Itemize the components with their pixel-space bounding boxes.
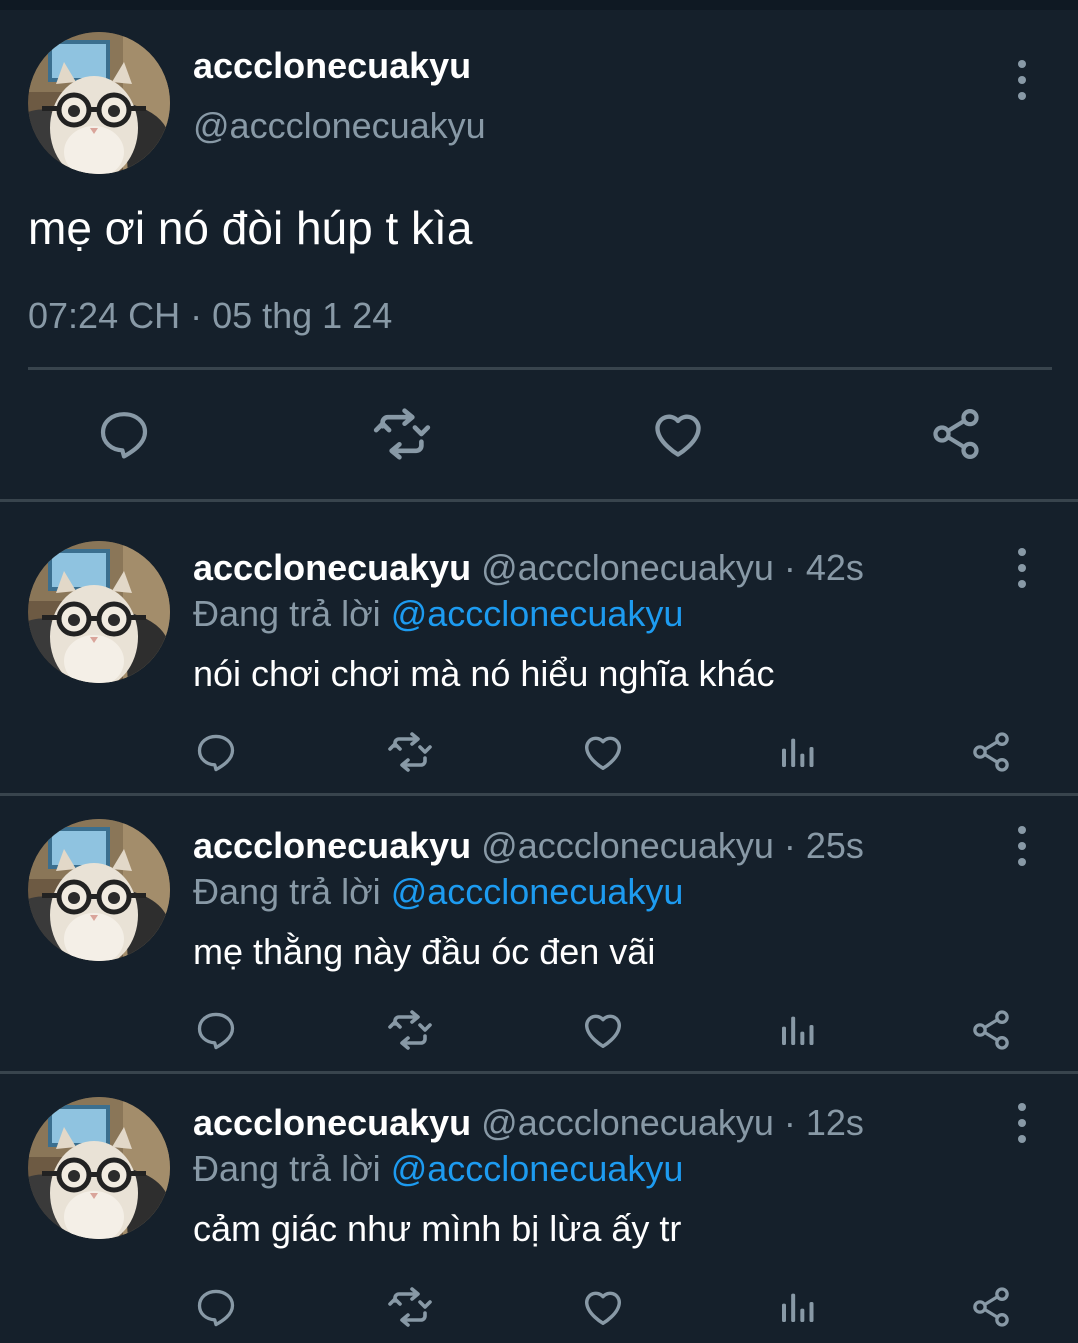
like-button[interactable] [579, 1006, 627, 1054]
avatar[interactable] [28, 1097, 170, 1239]
tweet-timestamp: 07:24 CH · 05 thg 1 24 [28, 295, 393, 336]
reply-icon [194, 1285, 238, 1329]
like-icon [580, 729, 626, 775]
share-button[interactable] [926, 404, 986, 464]
avatar[interactable] [28, 819, 170, 961]
like-button[interactable] [579, 728, 627, 776]
like-icon [649, 405, 707, 463]
share-button[interactable] [967, 728, 1015, 776]
share-icon [969, 1008, 1013, 1052]
mention-link[interactable]: @accclonecuakyu [391, 1148, 684, 1189]
more-options-icon[interactable] [1016, 548, 1028, 588]
tweet-text: mẹ thằng này đầu óc đen vãi [193, 931, 656, 972]
user-handle[interactable]: @accclonecuakyu [193, 106, 486, 146]
share-icon [969, 1285, 1013, 1329]
user-handle[interactable]: @accclonecuakyu [481, 547, 774, 588]
display-name[interactable]: accclonecuakyu [193, 1102, 471, 1143]
reply-header: accclonecuakyu @accclonecuakyu · 42s [193, 546, 864, 590]
like-button[interactable] [648, 404, 708, 464]
avatar[interactable] [28, 541, 170, 683]
retweet-icon [386, 1006, 434, 1054]
replying-to: Đang trả lời @accclonecuakyu [193, 592, 683, 636]
replying-prefix: Đang trả lời [193, 871, 381, 912]
retweet-button[interactable] [385, 1283, 435, 1331]
reply-header: accclonecuakyu @accclonecuakyu · 25s [193, 824, 864, 868]
divider [0, 1071, 1078, 1074]
display-name[interactable]: accclonecuakyu [193, 547, 471, 588]
replying-prefix: Đang trả lời [193, 593, 381, 634]
retweet-icon [386, 1283, 434, 1331]
mention-link[interactable]: @accclonecuakyu [391, 593, 684, 634]
display-name[interactable]: accclonecuakyu [193, 46, 471, 86]
reply-time: · 25s [783, 825, 864, 866]
replying-to: Đang trả lời @accclonecuakyu [193, 870, 683, 914]
analytics-button[interactable] [773, 728, 821, 776]
divider [28, 367, 1052, 370]
retweet-button[interactable] [385, 728, 435, 776]
analytics-icon [777, 1287, 817, 1327]
share-icon [969, 730, 1013, 774]
retweet-icon [386, 728, 434, 776]
analytics-button[interactable] [773, 1283, 821, 1331]
reply-time: · 42s [783, 547, 864, 588]
reply-button[interactable] [94, 404, 154, 464]
reply-icon [194, 730, 238, 774]
user-handle[interactable]: @accclonecuakyu [481, 1102, 774, 1143]
like-icon [580, 1007, 626, 1053]
more-options-icon[interactable] [1016, 60, 1028, 100]
tweet-text: cảm giác như mình bị lừa ấy tr [193, 1208, 682, 1249]
reply-icon [96, 406, 152, 462]
user-handle[interactable]: @accclonecuakyu [481, 825, 774, 866]
retweet-icon [371, 403, 433, 465]
more-options-icon[interactable] [1016, 826, 1028, 866]
divider [0, 499, 1078, 502]
share-icon [928, 406, 984, 462]
reply-button[interactable] [192, 1006, 240, 1054]
divider [0, 793, 1078, 796]
reply-button[interactable] [192, 728, 240, 776]
tweet-text: nói chơi chơi mà nó hiểu nghĩa khác [193, 653, 775, 694]
mention-link[interactable]: @accclonecuakyu [391, 871, 684, 912]
display-name[interactable]: accclonecuakyu [193, 825, 471, 866]
replying-prefix: Đang trả lời [193, 1148, 381, 1189]
avatar[interactable] [28, 32, 170, 174]
tweet-text: mẹ ơi nó đòi húp t kìa [28, 202, 473, 254]
retweet-button[interactable] [370, 404, 434, 464]
share-button[interactable] [967, 1006, 1015, 1054]
like-icon [580, 1284, 626, 1330]
replying-to: Đang trả lời @accclonecuakyu [193, 1147, 683, 1191]
like-button[interactable] [579, 1283, 627, 1331]
share-button[interactable] [967, 1283, 1015, 1331]
analytics-icon [777, 732, 817, 772]
top-edge [0, 0, 1078, 10]
reply-button[interactable] [192, 1283, 240, 1331]
analytics-icon [777, 1010, 817, 1050]
reply-header: accclonecuakyu @accclonecuakyu · 12s [193, 1101, 864, 1145]
analytics-button[interactable] [773, 1006, 821, 1054]
more-options-icon[interactable] [1016, 1103, 1028, 1143]
retweet-button[interactable] [385, 1006, 435, 1054]
reply-time: · 12s [783, 1102, 864, 1143]
reply-icon [194, 1008, 238, 1052]
